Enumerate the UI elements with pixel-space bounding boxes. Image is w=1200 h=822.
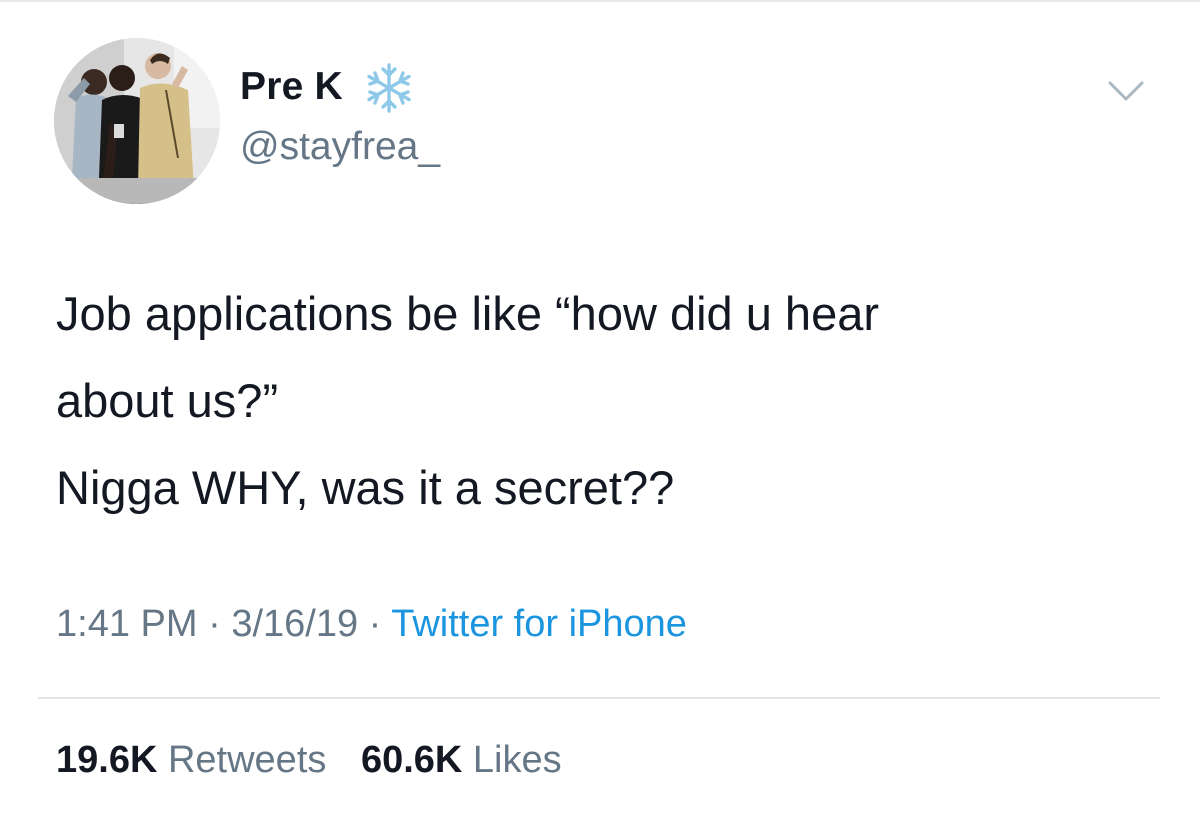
avatar[interactable] <box>54 38 220 204</box>
tweet-time[interactable]: 1:41 PM <box>56 603 198 645</box>
tweet-text: Job applications be like “how did u hear… <box>56 270 1156 531</box>
divider <box>38 697 1160 699</box>
chevron-down-icon[interactable] <box>1106 79 1146 103</box>
tweet-source-link[interactable]: Twitter for iPhone <box>391 603 687 645</box>
likes-stat[interactable]: 60.6K Likes <box>361 734 562 786</box>
top-border <box>0 0 1200 2</box>
tweet-meta: 1:41 PM · 3/16/19 · Twitter for iPhone <box>56 598 687 650</box>
likes-label: Likes <box>472 739 562 781</box>
tweet-text-line: about us?” <box>56 374 279 427</box>
retweets-count: 19.6K <box>56 739 158 781</box>
meta-separator: · <box>368 603 382 645</box>
tweet-stats: 19.6K Retweets 60.6K Likes <box>56 734 562 786</box>
display-name[interactable]: Pre K <box>240 63 343 111</box>
user-handle[interactable]: @stayfrea_ <box>240 123 440 171</box>
retweets-stat[interactable]: 19.6K Retweets <box>56 734 326 786</box>
meta-separator: · <box>208 603 221 645</box>
likes-count: 60.6K <box>360 739 463 781</box>
snowflake-icon <box>367 63 411 113</box>
retweets-label: Retweets <box>167 739 327 781</box>
tweet-date[interactable]: 3/16/19 <box>231 603 358 645</box>
tweet-text-line: Nigga WHY, was it a secret?? <box>56 461 675 514</box>
avatar-photo <box>54 38 220 204</box>
tweet-text-line: Job applications be like “how did u hear <box>56 287 880 340</box>
